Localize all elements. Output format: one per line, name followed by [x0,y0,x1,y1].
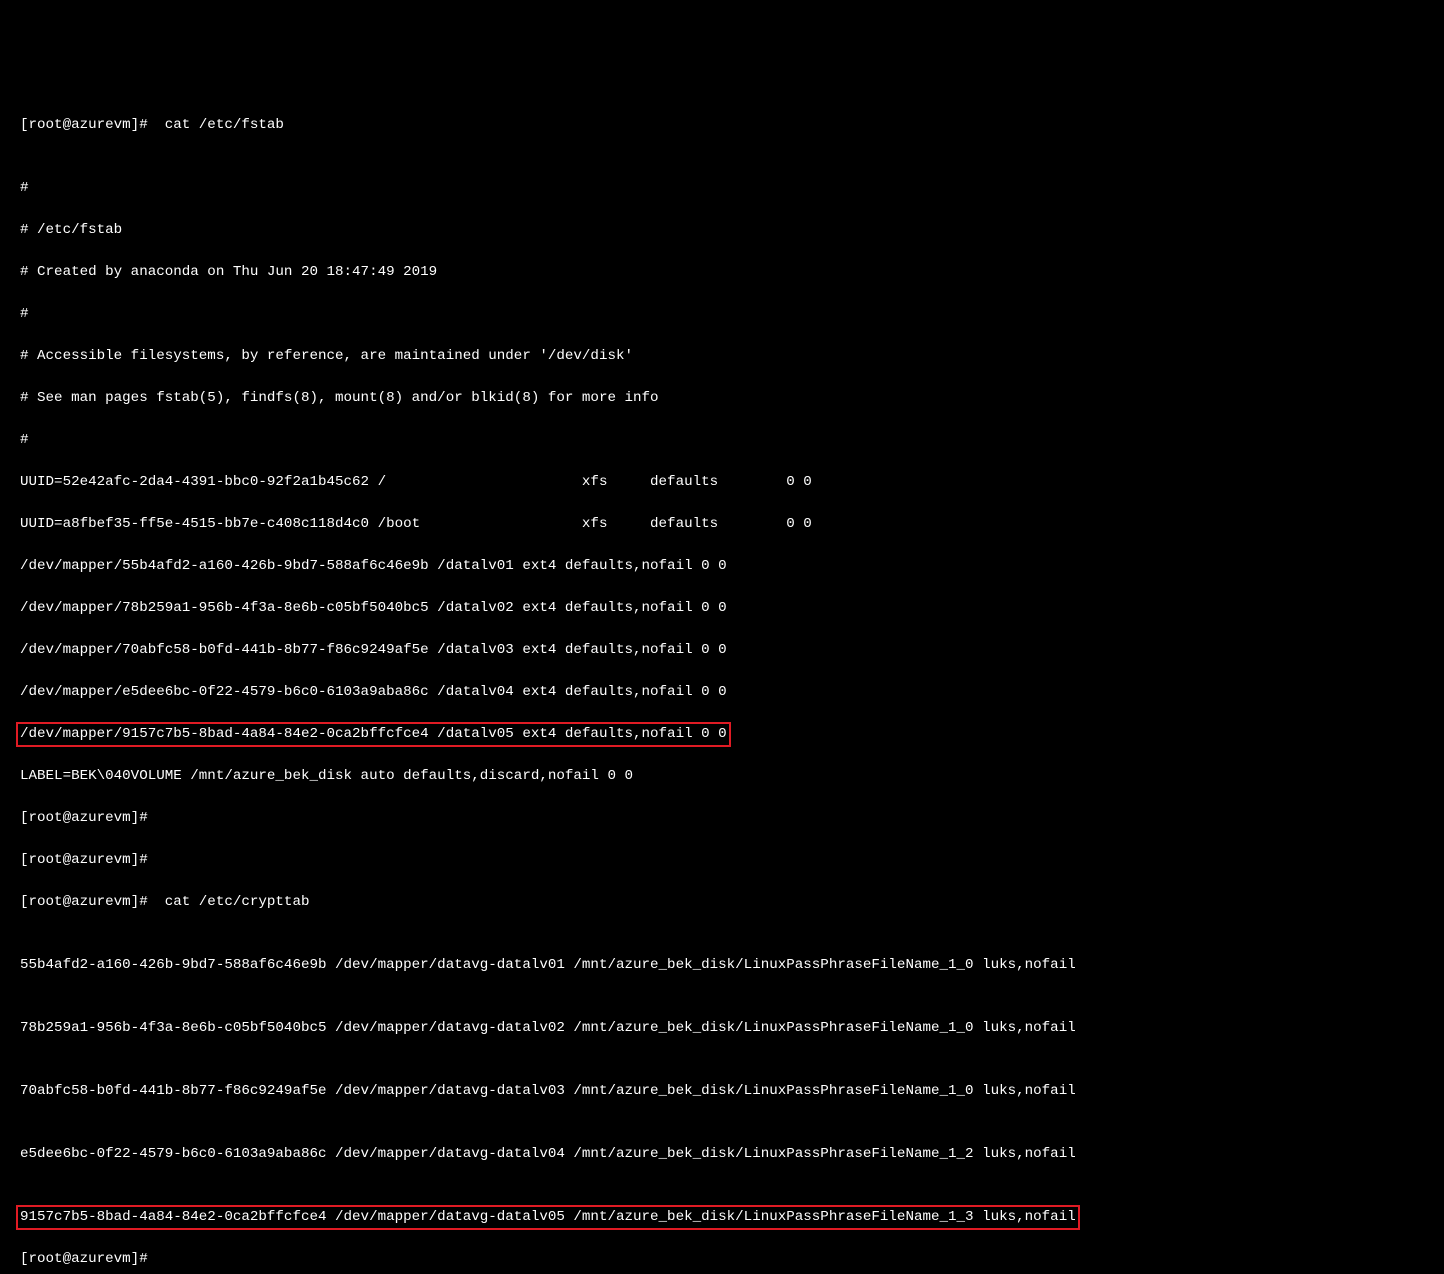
terminal-line: /dev/mapper/78b259a1-956b-4f3a-8e6b-c05b… [20,598,1444,619]
terminal-line: # /etc/fstab [20,220,1444,241]
terminal-line: 55b4afd2-a160-426b-9bd7-588af6c46e9b /de… [20,955,1444,976]
highlighted-crypttab-line: 9157c7b5-8bad-4a84-84e2-0ca2bffcfce4 /de… [20,1207,1444,1228]
terminal-line: 78b259a1-956b-4f3a-8e6b-c05bf5040bc5 /de… [20,1018,1444,1039]
terminal-line: UUID=a8fbef35-ff5e-4515-bb7e-c408c118d4c… [20,514,1444,535]
highlight-box: /dev/mapper/9157c7b5-8bad-4a84-84e2-0ca2… [16,722,731,747]
terminal-line: /dev/mapper/70abfc58-b0fd-441b-8b77-f86c… [20,640,1444,661]
terminal-line: [root@azurevm]# [20,850,1444,871]
terminal-line: /dev/mapper/55b4afd2-a160-426b-9bd7-588a… [20,556,1444,577]
terminal-line: # See man pages fstab(5), findfs(8), mou… [20,388,1444,409]
terminal-line: # Accessible filesystems, by reference, … [20,346,1444,367]
terminal-line: # [20,178,1444,199]
terminal-line: [root@azurevm]# cat /etc/crypttab [20,892,1444,913]
terminal-line: LABEL=BEK\040VOLUME /mnt/azure_bek_disk … [20,766,1444,787]
terminal-line: UUID=52e42afc-2da4-4391-bbc0-92f2a1b45c6… [20,472,1444,493]
terminal-line: [root@azurevm]# [20,1249,1444,1270]
terminal-line: /dev/mapper/e5dee6bc-0f22-4579-b6c0-6103… [20,682,1444,703]
terminal-line: [root@azurevm]# cat /etc/fstab [20,115,1444,136]
terminal-line: # [20,430,1444,451]
terminal-line: 70abfc58-b0fd-441b-8b77-f86c9249af5e /de… [20,1081,1444,1102]
highlighted-fstab-line: /dev/mapper/9157c7b5-8bad-4a84-84e2-0ca2… [20,724,1444,745]
terminal-line: [root@azurevm]# [20,808,1444,829]
terminal-line: # [20,304,1444,325]
terminal-line: # Created by anaconda on Thu Jun 20 18:4… [20,262,1444,283]
highlight-box: 9157c7b5-8bad-4a84-84e2-0ca2bffcfce4 /de… [16,1205,1080,1230]
terminal-output: [root@azurevm]# cat /etc/fstab # # /etc/… [20,94,1444,1274]
terminal-line: e5dee6bc-0f22-4579-b6c0-6103a9aba86c /de… [20,1144,1444,1165]
